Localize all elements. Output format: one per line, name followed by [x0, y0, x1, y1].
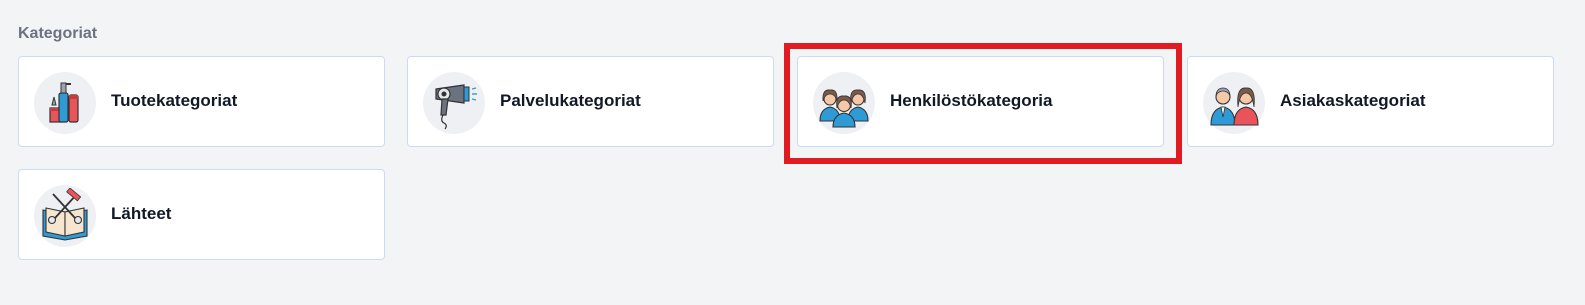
- card-palvelukategoriat[interactable]: Palvelukategoriat: [407, 56, 774, 147]
- customers-couple-icon: [1203, 72, 1265, 134]
- card-henkilostokategoria[interactable]: Henkilöstökategoria: [797, 56, 1164, 147]
- hair-dryer-icon: [423, 72, 485, 134]
- staff-group-icon: [813, 72, 875, 134]
- open-book-scissors-icon: [34, 185, 96, 247]
- card-label: Lähteet: [111, 204, 172, 223]
- cosmetics-bottles-icon: [34, 72, 96, 134]
- card-label: Tuotekategoriat: [111, 91, 238, 110]
- card-lahteet[interactable]: Lähteet: [18, 169, 385, 260]
- card-asiakaskategoriat[interactable]: Asiakaskategoriat: [1187, 56, 1554, 147]
- card-label: Henkilöstökategoria: [890, 91, 1053, 110]
- section-title: Kategoriat: [18, 25, 98, 42]
- card-tuotekategoriat[interactable]: Tuotekategoriat: [18, 56, 385, 147]
- card-label: Palvelukategoriat: [500, 91, 641, 110]
- card-label: Asiakaskategoriat: [1280, 91, 1426, 110]
